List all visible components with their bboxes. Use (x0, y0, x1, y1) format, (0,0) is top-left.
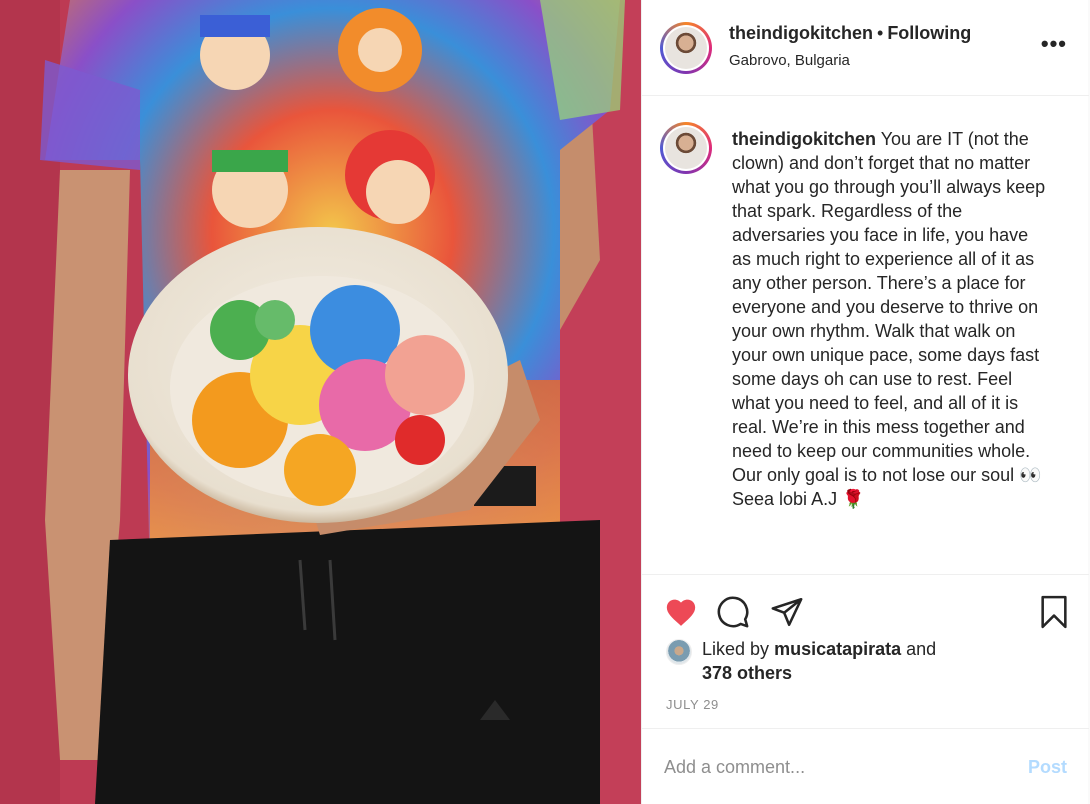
post-location[interactable]: Gabrovo, Bulgaria (729, 52, 850, 69)
share-icon[interactable] (770, 595, 804, 629)
liked-by-user[interactable]: musicatapirata (774, 639, 901, 659)
post-header: theindigokitchen • Following Gabrovo, Bulg… (642, 0, 1089, 96)
author-avatar[interactable] (660, 22, 712, 74)
author-name-line: theindigokitchen • Following (729, 23, 971, 44)
post-photo[interactable] (0, 0, 641, 804)
liked-by-others[interactable]: 378 others (702, 663, 792, 683)
liker-avatar[interactable] (666, 639, 692, 665)
post-date[interactable]: JULY 29 (666, 697, 719, 712)
liked-by-prefix: Liked by (702, 639, 770, 659)
caption-text: theindigokitchen You are IT (not the clo… (732, 127, 1052, 511)
separator-dot: • (877, 23, 884, 43)
author-username[interactable]: theindigokitchen (729, 23, 873, 43)
caption-username[interactable]: theindigokitchen (732, 129, 876, 149)
post-comment-button[interactable]: Post (1028, 757, 1067, 778)
comment-icon[interactable] (716, 595, 750, 629)
post-image-illustration (0, 0, 641, 804)
post-actions: Liked by musicatapirata and 378 others J… (642, 574, 1089, 728)
caption-scroll-area[interactable]: theindigokitchen You are IT (not the clo… (642, 96, 1089, 574)
liked-by-and: and (906, 639, 937, 659)
post-detail-panel: theindigokitchen • Following Gabrovo, Bulg… (641, 0, 1089, 804)
comment-form: Post (642, 728, 1089, 804)
caption-signoff: Seea lobi A.J 🌹 (732, 489, 865, 509)
following-button[interactable]: Following (887, 23, 971, 43)
caption-author-avatar[interactable] (660, 122, 712, 174)
heart-filled-icon[interactable] (664, 595, 698, 627)
caption-body: You are IT (not the clown) and don’t for… (732, 129, 1046, 485)
comment-input[interactable] (664, 753, 994, 781)
bookmark-icon[interactable] (1039, 595, 1069, 629)
more-options-icon[interactable]: ••• (1041, 33, 1067, 55)
